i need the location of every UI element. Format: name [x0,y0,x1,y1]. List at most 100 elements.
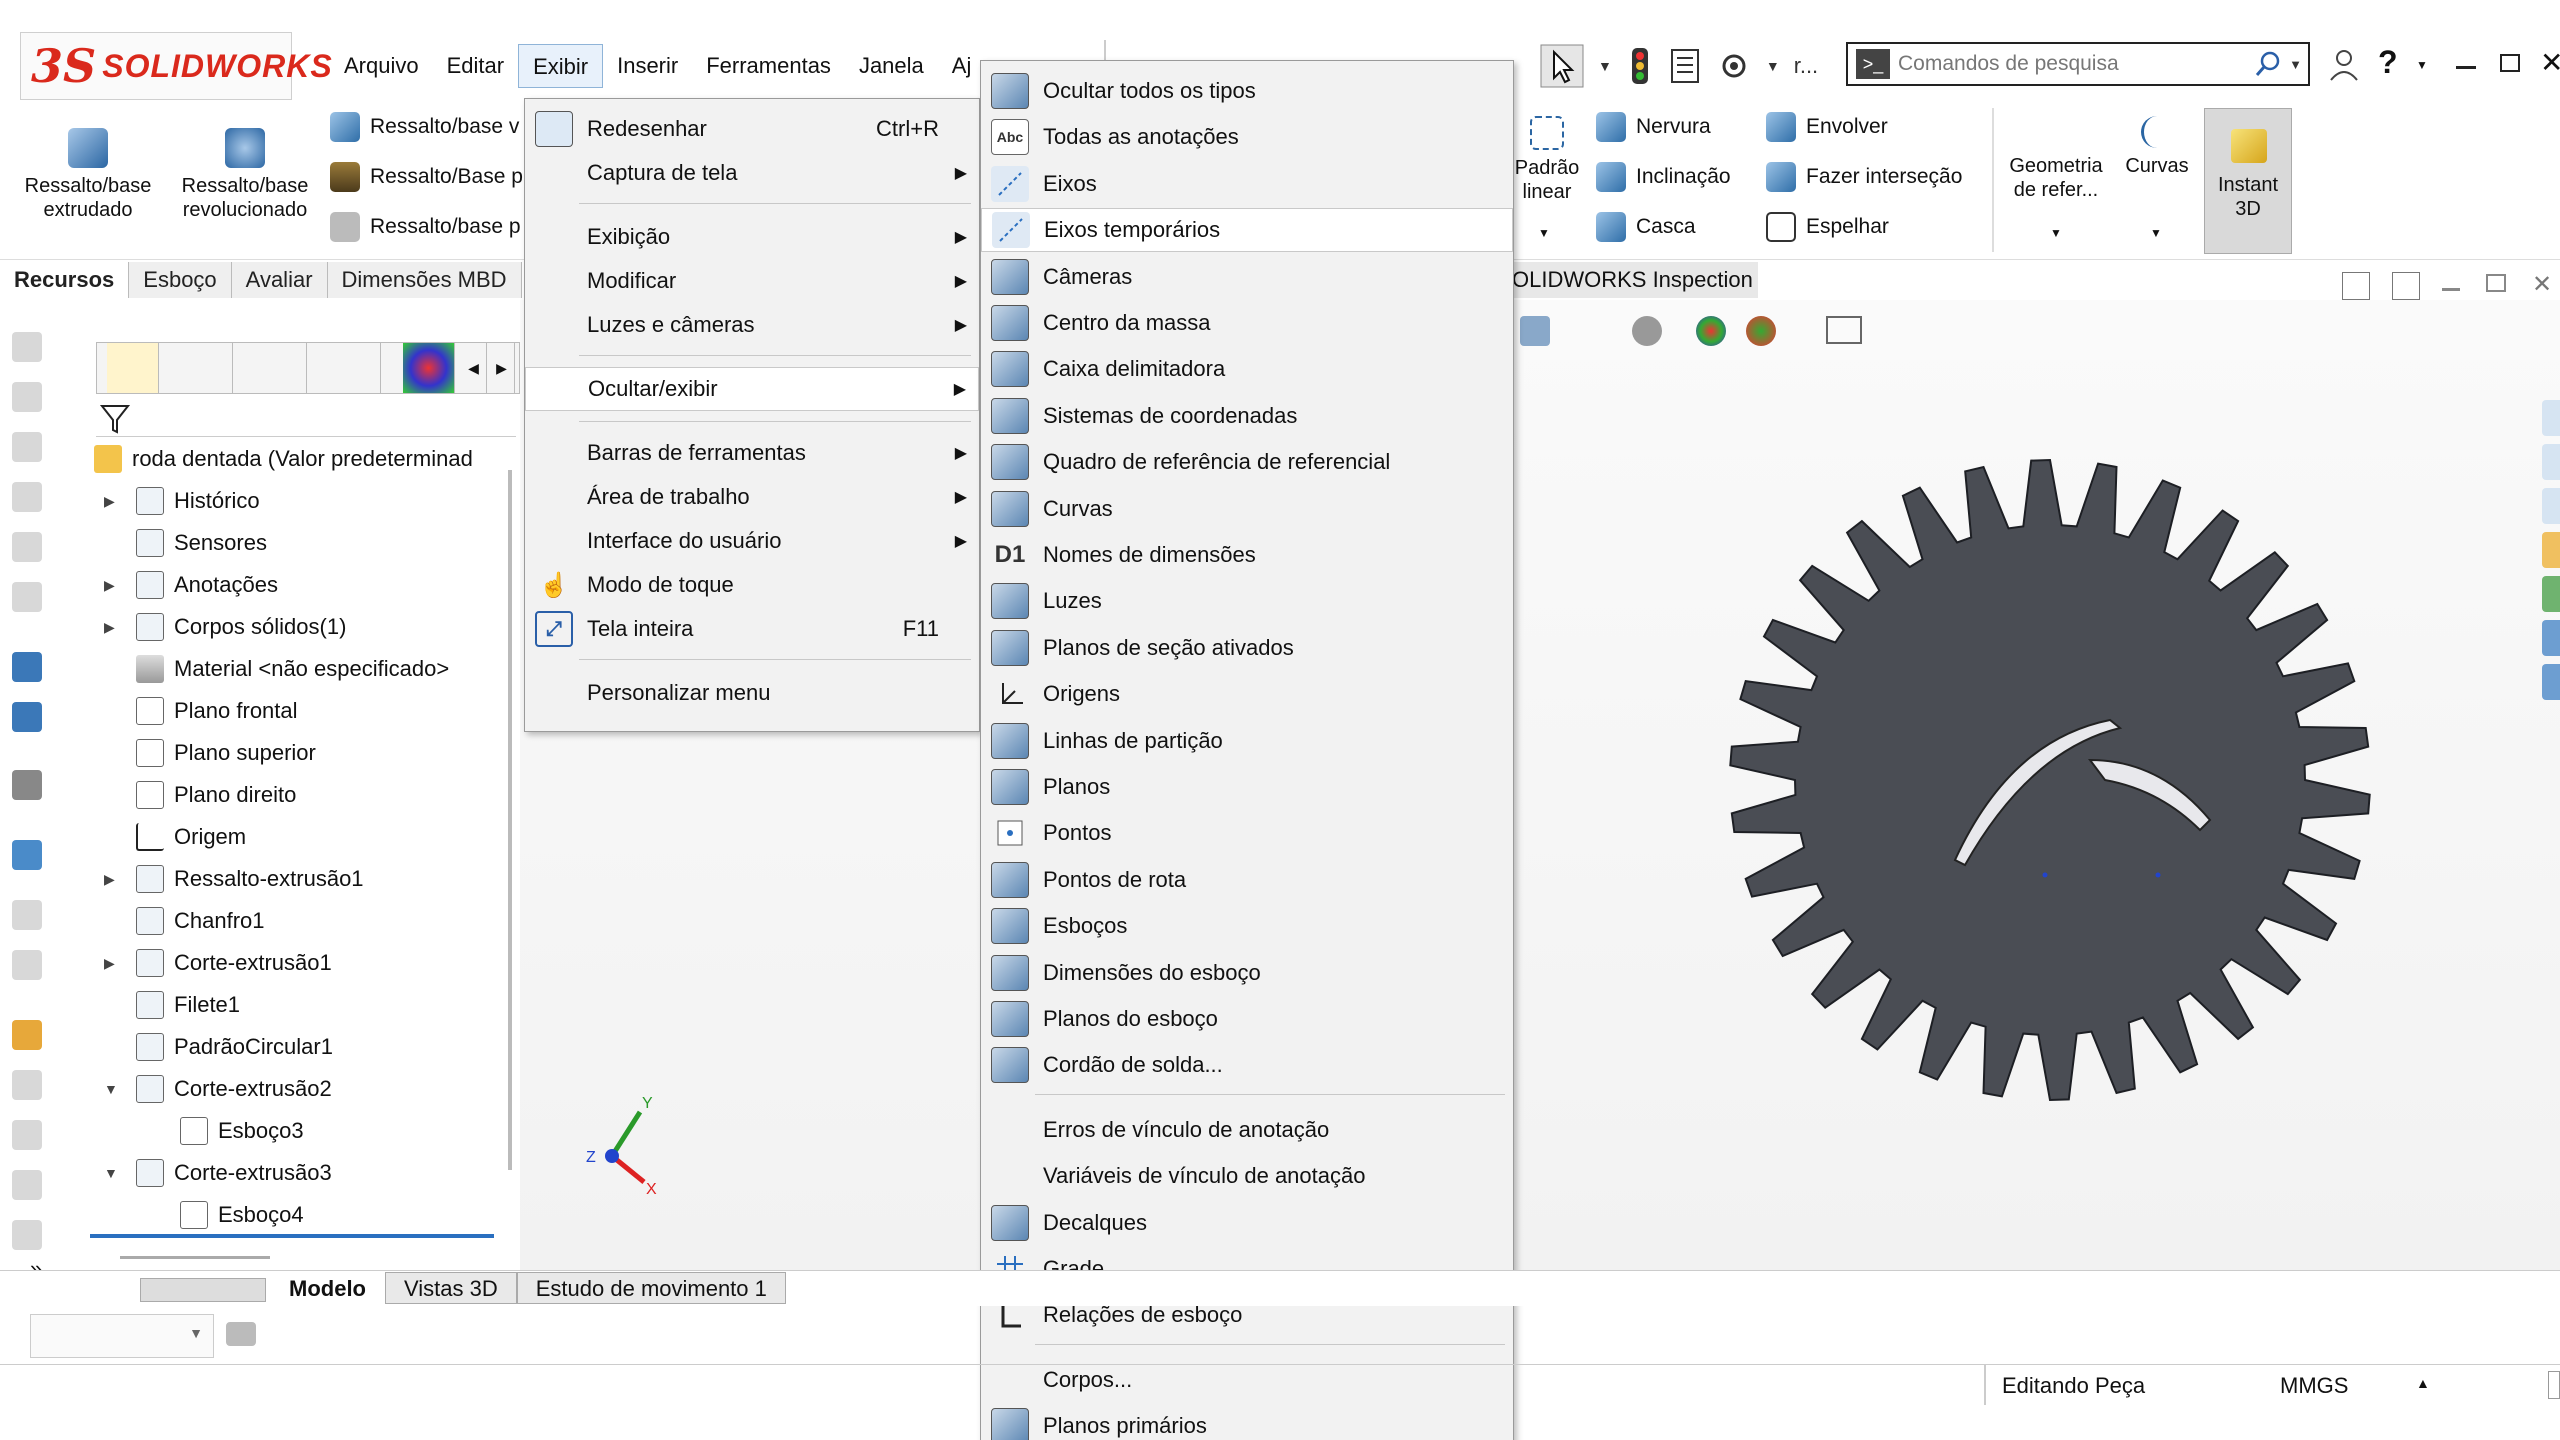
submenu-item-dimension-names[interactable]: D1 Nomes de dimensões [981,533,1513,577]
tree-item[interactable]: ▼ Corte-extrusão3 [104,1154,332,1192]
tree-item[interactable]: ▶ Corte-extrusão1 [104,944,332,982]
tree-item[interactable]: Filete1 [104,986,240,1024]
expand-arrow-icon[interactable]: ▶ [104,871,115,888]
submenu-item-route-points[interactable]: Pontos de rota [981,858,1513,902]
search-icon[interactable] [2253,49,2283,79]
tree-item[interactable]: PadrãoCircular1 [104,1028,333,1066]
tree-item[interactable]: ▼ Corte-extrusão2 [104,1070,332,1108]
extruded-boss-button[interactable]: Ressalto/base extrudado [14,128,162,222]
curves-button[interactable]: Curvas [2118,116,2196,178]
tab-dimensoes-mbd[interactable]: Dimensões MBD [327,262,522,298]
close-icon[interactable]: ✕ [2540,46,2560,79]
submenu-item-sketch-planes[interactable]: Planos do esboço [981,997,1513,1041]
file-properties-icon[interactable] [1668,46,1702,86]
menu-item-tela-inteira[interactable]: ⤢ Tela inteira F11 [525,607,979,651]
rollback-bar[interactable] [90,1234,494,1238]
revolved-boss-button[interactable]: Ressalto/base revolucionado [170,128,320,222]
submenu-item-weld-bead[interactable]: Cordão de solda... [981,1043,1513,1087]
submenu-item-primary-planes[interactable]: Planos primários [981,1404,1513,1440]
task-pane-explorer-icon[interactable] [2542,532,2560,568]
submenu-item-lights[interactable]: Luzes [981,579,1513,623]
tab-avaliar[interactable]: Avaliar [231,262,328,298]
submenu-item-reference-frame[interactable]: Quadro de referência de referencial [981,440,1513,484]
menu-item-redesenhar[interactable]: Redesenhar Ctrl+R [525,107,979,151]
display-manager-tab-icon[interactable] [403,343,455,393]
options-dropdown-icon[interactable]: ▼ [1766,58,1780,74]
submenu-item-cameras[interactable]: Câmeras [981,255,1513,299]
ref-geometry-dropdown-icon[interactable]: ▼ [2050,226,2062,240]
restore-icon[interactable] [2500,54,2520,72]
menu-item-interface-do-usuario[interactable]: Interface do usuário ▶ [525,519,979,563]
tab-recursos[interactable]: Recursos [0,262,130,298]
tree-item[interactable]: Material <não especificado> [104,650,449,688]
rebuild-truncated[interactable]: r... [1794,53,1818,79]
strip-icon-14[interactable] [12,1070,42,1100]
user-account-icon[interactable] [2326,46,2362,82]
strip-icon-12[interactable] [12,950,42,980]
tree-item[interactable]: Origem [104,818,246,856]
view-orientation-icon[interactable] [1520,316,1550,346]
edit-appearance-icon[interactable] [1696,316,1726,346]
feature-tree-tab-icon[interactable] [107,343,159,393]
intersect-button[interactable]: Fazer interseção [1766,162,1962,192]
tree-item[interactable]: Esboço3 [146,1112,304,1150]
tab-estudo-de-movimento[interactable]: Estudo de movimento 1 [516,1272,786,1304]
tree-item[interactable]: ▶ Ressalto-extrusão1 [104,860,364,898]
expand-arrow-icon[interactable]: ▶ [104,619,115,636]
rib-button[interactable]: Nervura [1596,112,1711,142]
panel-back-icon[interactable] [2342,272,2370,300]
strip-icon-2[interactable] [12,382,42,412]
menu-janela[interactable]: Janela [845,44,938,88]
menu-item-ocultar-exibir[interactable]: Ocultar/exibir ▶ [525,367,979,411]
tree-item[interactable]: ▶ Corpos sólidos(1) [104,608,346,646]
shell-button[interactable]: Casca [1596,212,1696,242]
menu-item-exibicao[interactable]: Exibição ▶ [525,215,979,259]
tab-esboco[interactable]: Esboço [129,262,232,298]
submenu-item-sketch-dimensions[interactable]: Dimensões do esboço [981,951,1513,995]
curves-dropdown-icon[interactable]: ▼ [2150,226,2162,240]
apply-scene-icon[interactable] [1746,316,1776,346]
instant-3d-button[interactable]: Instant 3D [2204,108,2292,254]
tree-item[interactable]: Plano frontal [104,692,298,730]
doc-restore-icon[interactable] [2486,274,2506,292]
minimize-icon[interactable] [2456,66,2476,69]
display-pane-icon[interactable] [226,1322,256,1346]
solidworks-logo[interactable]: 3S SOLIDWORKS [20,32,332,100]
strip-icon-7[interactable] [12,652,42,682]
panel-forward-icon[interactable] [2392,272,2420,300]
task-pane-appearance-icon[interactable] [2542,620,2560,656]
submenu-item-sketches[interactable]: Esboços [981,904,1513,948]
submenu-item-points[interactable]: Pontos [981,811,1513,855]
dimxpert-tab-icon[interactable] [329,343,381,393]
tabs-right-arrow-icon[interactable]: ▶ [489,343,515,393]
property-manager-tab-icon[interactable] [181,343,233,393]
search-mode-icon[interactable]: >_ [1856,49,1890,79]
doc-minimize-icon[interactable] [2442,288,2460,291]
tab-modelo[interactable]: Modelo [270,1272,385,1304]
strip-icon-11[interactable] [12,900,42,930]
submenu-item-bounding-box[interactable]: Caixa delimitadora [981,347,1513,391]
submenu-item-coordinate-systems[interactable]: Sistemas de coordenadas [981,394,1513,438]
strip-icon-3[interactable] [12,432,42,462]
traffic-light-icon[interactable] [1626,44,1654,88]
menu-item-personalizar-menu[interactable]: Personalizar menu [525,671,979,715]
strip-icon-8[interactable] [12,702,42,732]
reference-geometry-button[interactable]: Geometria de refer... [2000,116,2112,202]
tab-vistas-3d[interactable]: Vistas 3D [385,1272,517,1304]
gear-model[interactable] [1700,430,2400,1130]
menu-item-area-de-trabalho[interactable]: Área de trabalho ▶ [525,475,979,519]
collapse-arrow-icon[interactable]: ▼ [104,1165,118,1181]
menu-exibir[interactable]: Exibir [518,44,604,88]
menu-item-modificar[interactable]: Modificar ▶ [525,259,979,303]
submenu-item-all-annotations[interactable]: Abc Todas as anotações [981,115,1513,159]
help-dropdown-icon[interactable]: ▼ [2416,58,2428,72]
task-pane-library-icon[interactable] [2542,488,2560,524]
task-pane-palette-icon[interactable] [2542,576,2560,612]
menu-editar[interactable]: Editar [433,44,518,88]
tree-item[interactable]: Sensores [104,524,267,562]
strip-icon-4[interactable] [12,482,42,512]
tree-hscrollbar[interactable] [120,1256,270,1259]
menu-ferramentas[interactable]: Ferramentas [692,44,845,88]
strip-icon-9[interactable] [12,770,42,800]
menu-item-modo-de-toque[interactable]: ☝ Modo de toque [525,563,979,607]
